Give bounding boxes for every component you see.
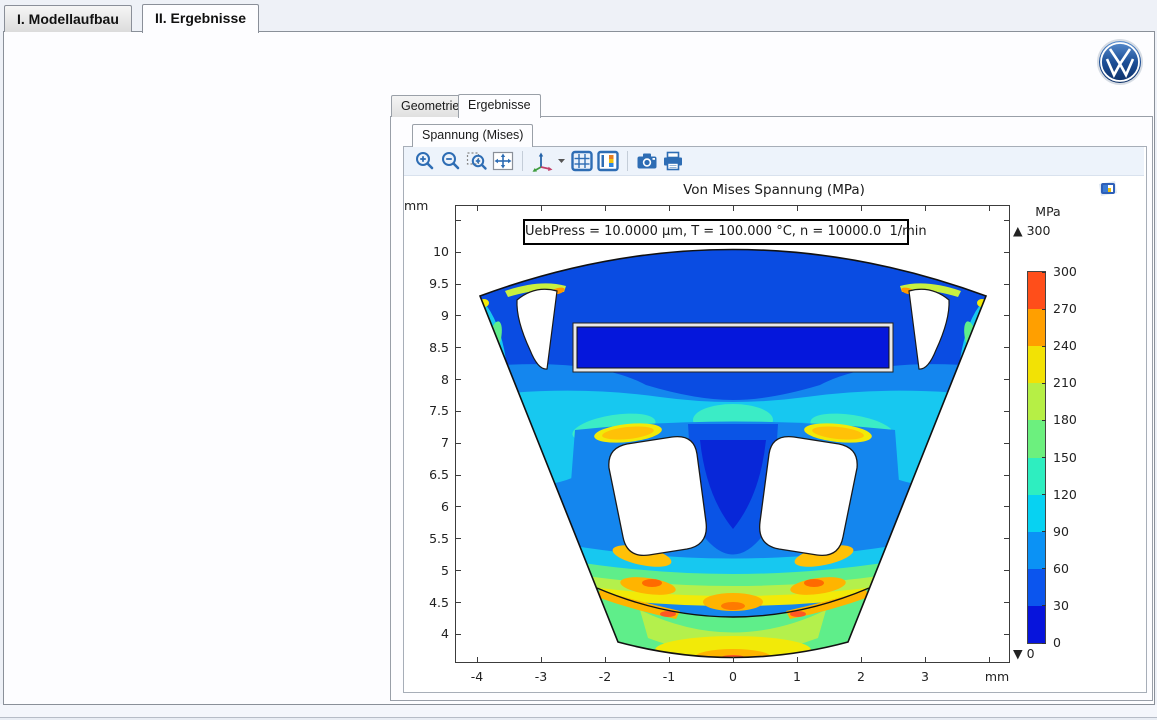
axis-orientation-button[interactable]: [530, 149, 568, 173]
camera-icon: [635, 150, 659, 172]
plot-title: Von Mises Spannung (MPa): [404, 182, 1144, 198]
color-legend-button[interactable]: [596, 149, 620, 173]
x-axis-unit-label: mm: [975, 669, 1019, 684]
zoom-extents-button[interactable]: [491, 149, 515, 173]
print-button[interactable]: [661, 149, 685, 173]
stress-contour-plot: [456, 206, 1009, 662]
graphics-toolbar: [404, 147, 1144, 176]
grid-icon: [570, 150, 594, 172]
plot-annotation-box: UebPress = 10.0000 µm, T = 100.000 °C, n…: [523, 219, 909, 245]
zoom-out-button[interactable]: [439, 149, 463, 173]
tab-ergebnisse[interactable]: II. Ergebnisse: [142, 4, 259, 33]
zoom-in-button[interactable]: [413, 149, 437, 173]
plot-window-icon[interactable]: [1098, 180, 1118, 197]
zoom-out-icon: [439, 150, 463, 172]
app-window: I. Modellaufbau II. Ergebnisse i Letzte …: [0, 0, 1157, 720]
tab-modellaufbau[interactable]: I. Modellaufbau: [4, 5, 132, 32]
y-axis-unit-label: mm: [404, 198, 428, 213]
camera-button[interactable]: [635, 149, 659, 173]
grid-button[interactable]: [570, 149, 594, 173]
colorbar-unit-label: MPa: [1028, 204, 1068, 219]
color-legend-icon: [596, 150, 620, 172]
colorbar-min-indicator: ▼ 0: [1013, 646, 1035, 661]
zoom-box-icon: [465, 150, 489, 172]
zoom-in-icon: [413, 150, 437, 172]
colorbar: [1027, 271, 1046, 644]
axis-orientation-icon: [530, 150, 568, 172]
vw-logo: [1096, 38, 1144, 86]
plot-tab-spannung-mises[interactable]: Spannung (Mises): [412, 124, 533, 148]
zoom-box-button[interactable]: [465, 149, 489, 173]
zoom-extents-icon: [491, 150, 515, 172]
graphics-tab-ergebnisse[interactable]: Ergebnisse: [458, 94, 541, 118]
colorbar-max-indicator: ▲ 300: [1013, 223, 1050, 238]
print-icon: [661, 150, 685, 172]
toolbar-separator: [522, 151, 523, 171]
toolbar-separator: [627, 151, 628, 171]
window-bottom-strip: [0, 704, 1157, 718]
